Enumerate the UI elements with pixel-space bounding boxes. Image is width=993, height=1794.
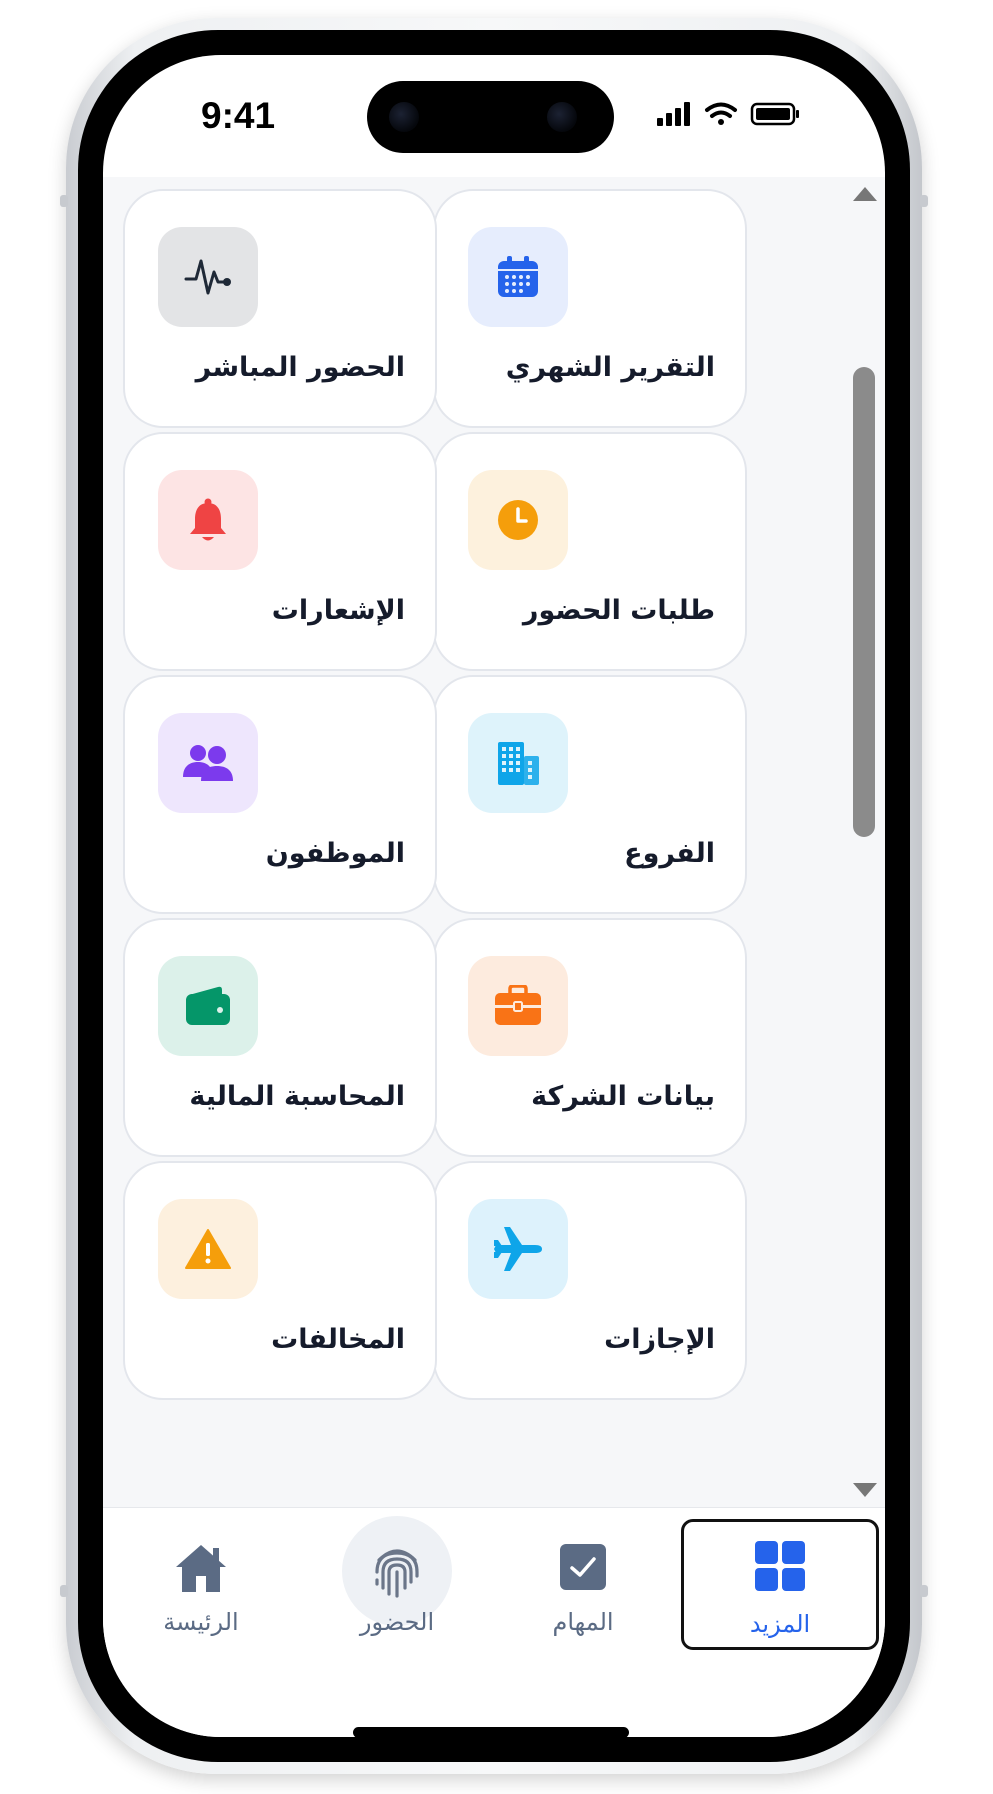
warning-icon (185, 1229, 231, 1269)
scrollbar-thumb[interactable] (853, 367, 875, 837)
phone-side-button (60, 195, 68, 207)
dynamic-island (367, 81, 614, 153)
menu-card-attendance-requests[interactable]: طلبات الحضور (433, 432, 747, 671)
menu-card-label: الموظفون (265, 838, 405, 869)
menu-tile (158, 470, 258, 570)
status-time: 9:41 (201, 95, 276, 136)
phone-side-button (920, 1585, 928, 1597)
menu-card-label: طلبات الحضور (522, 595, 715, 626)
phone-side-button (920, 195, 928, 207)
calendar-icon (498, 256, 538, 297)
menu-card-notifications[interactable]: الإشعارات (123, 432, 437, 671)
scrollbar[interactable] (847, 177, 885, 1507)
home-icon (176, 1545, 226, 1592)
building-icon (498, 742, 539, 785)
menu-card-label: الإجازات (604, 1324, 715, 1355)
tab-label-attendance: الحضور (359, 1608, 435, 1636)
menu-card-label: التقرير الشهري (505, 352, 715, 383)
tab-home[interactable]: الرئيسة (103, 1508, 299, 1648)
home-indicator[interactable] (353, 1727, 629, 1737)
camera-icon (389, 102, 419, 132)
sensor-icon (547, 102, 577, 132)
menu-tile (468, 470, 568, 570)
checkbox-icon (560, 1544, 606, 1590)
bell-icon (190, 498, 226, 541)
menu-tile (158, 713, 258, 813)
tab-tasks[interactable]: المهام (485, 1508, 681, 1648)
airplane-icon (494, 1227, 542, 1271)
battery-icon (750, 102, 799, 126)
menu-card-label: المخالفات (271, 1324, 405, 1355)
wallet-icon (186, 986, 230, 1025)
menu-tile (158, 1199, 258, 1299)
grid-icon (755, 1541, 805, 1591)
tab-label-home: الرئيسة (163, 1608, 239, 1636)
menu-card-monthly-report[interactable]: التقرير الشهري (433, 189, 747, 428)
tab-more[interactable]: المزيد (681, 1519, 879, 1650)
menu-card-leaves[interactable]: الإجازات (433, 1161, 747, 1400)
menu-tile (468, 227, 568, 327)
menu-card-live-attendance[interactable]: الحضور المباشر (123, 189, 437, 428)
activity-pulse-icon (184, 259, 231, 295)
clock-icon (498, 500, 538, 540)
menu-card-branches[interactable]: الفروع (433, 675, 747, 914)
menu-tile (468, 713, 568, 813)
menu-tile (468, 956, 568, 1056)
scroll-up-arrow-icon[interactable] (853, 187, 877, 201)
menu-card-violations[interactable]: المخالفات (123, 1161, 437, 1400)
briefcase-icon (495, 985, 541, 1025)
menu-card-label: الإشعارات (271, 595, 405, 626)
cellular-signal-icon (657, 102, 690, 126)
tab-label-more: المزيد (749, 1610, 811, 1638)
bottom-tab-bar: الرئيسة الحضور المهام المزيد (103, 1507, 885, 1737)
tab-attendance[interactable]: الحضور (299, 1508, 495, 1648)
phone-side-button (60, 1585, 68, 1597)
menu-card-financial-accounting[interactable]: المحاسبة المالية (123, 918, 437, 1157)
menu-card-label: الفروع (624, 838, 715, 869)
menu-card-label: المحاسبة المالية (189, 1081, 405, 1112)
menu-tile (468, 1199, 568, 1299)
menu-tile (158, 227, 258, 327)
menu-card-label: الحضور المباشر (195, 352, 405, 383)
status-icons (657, 100, 817, 130)
scroll-down-arrow-icon[interactable] (853, 1483, 877, 1497)
menu-card-company-data[interactable]: بيانات الشركة (433, 918, 747, 1157)
users-icon (183, 745, 233, 781)
menu-card-employees[interactable]: الموظفون (123, 675, 437, 914)
menu-card-label: بيانات الشركة (531, 1081, 715, 1112)
fingerprint-icon (375, 1549, 419, 1598)
app-screen: 9:41 التقرير الشهري الحضور المباشر طلبات… (103, 55, 885, 1737)
wifi-icon (705, 102, 737, 125)
menu-tile (158, 956, 258, 1056)
tab-label-tasks: المهام (552, 1608, 614, 1636)
